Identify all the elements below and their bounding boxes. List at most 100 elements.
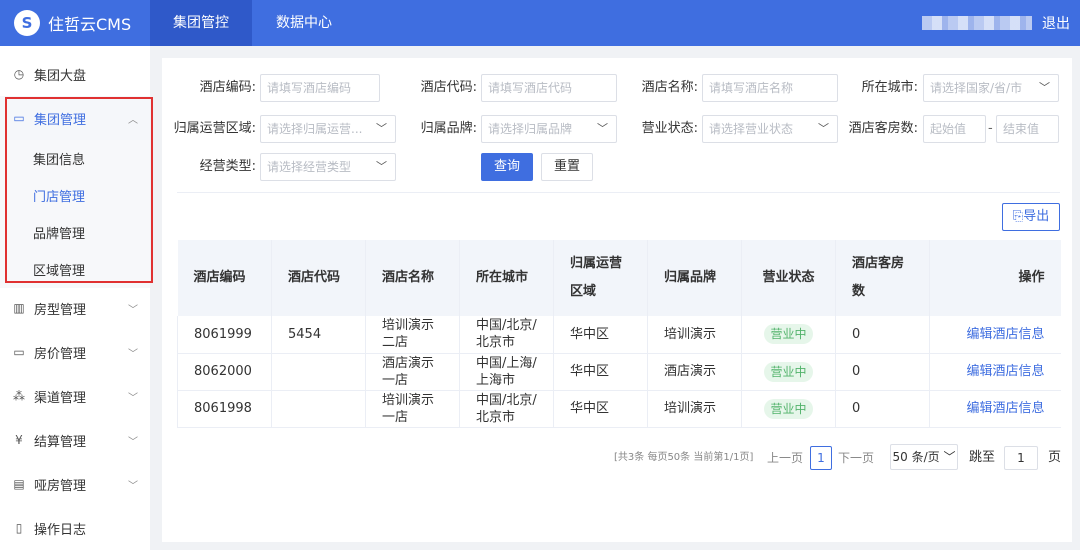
- col-header-region: 归属运营区域: [553, 240, 648, 316]
- hotel-name-label: 酒店名称:: [641, 80, 698, 95]
- type-select-placeholder: 请选择经营类型: [267, 160, 352, 174]
- sidebar-item-group-dashboard[interactable]: ◷ 集团大盘: [0, 52, 150, 96]
- chevron-down-icon: ﹀: [939, 450, 956, 464]
- sidebar-item-label: 结算管理: [34, 434, 87, 450]
- cell-name: 培训演示一店: [365, 390, 460, 428]
- sidebar-item-room-type[interactable]: ▥ 房型管理 ﹀: [0, 286, 150, 330]
- next-page-button[interactable]: 下一页: [838, 446, 874, 470]
- cell-id: 5454: [271, 316, 366, 354]
- cell-rooms: 0: [835, 353, 930, 391]
- sidebar-item-label: 操作日志: [34, 522, 87, 538]
- cell-brand: 酒店演示: [647, 353, 742, 391]
- col-header-city: 所在城市: [459, 240, 554, 316]
- sidebar: ◷ 集团大盘 ▭ 集团管理 ︿ 集团信息 门店管理 品牌管理 区域管理 ▥ 房型…: [0, 46, 150, 550]
- cell-region: 华中区: [553, 390, 648, 428]
- col-header-id: 酒店代码: [271, 240, 366, 316]
- region-select[interactable]: 请选择归属运营... ﹀: [260, 115, 396, 143]
- app-logo[interactable]: S 住哲云CMS: [14, 0, 131, 46]
- page-size-select[interactable]: 50 条/页 ﹀: [890, 444, 958, 470]
- sidebar-subitem-store-management[interactable]: 门店管理: [0, 177, 150, 214]
- hotel-code-input[interactable]: 请填写酒店编码: [260, 74, 380, 102]
- brand-label: 归属品牌:: [420, 121, 477, 136]
- hotel-name-input[interactable]: 请填写酒店名称: [702, 74, 838, 102]
- col-header-action: 操作: [929, 240, 1061, 316]
- query-button[interactable]: 查询: [481, 153, 533, 181]
- chevron-down-icon: ﹀: [128, 436, 138, 448]
- top-navbar: S 住哲云CMS 集团管控 数据中心 退出: [0, 0, 1080, 46]
- export-button[interactable]: ⎘导出: [1002, 203, 1060, 231]
- cell-city: 中国/北京/北京市: [459, 390, 554, 428]
- cell-name: 酒店演示一店: [365, 353, 460, 391]
- chevron-down-icon: ﹀: [128, 304, 138, 316]
- jump-page-input[interactable]: 1: [1004, 446, 1038, 470]
- range-dash: -: [988, 121, 993, 136]
- cell-name: 培训演示二店: [365, 316, 460, 354]
- cell-rooms: 0: [835, 316, 930, 354]
- chevron-down-icon: ﹀: [128, 348, 138, 360]
- rooms-min-input[interactable]: 起始值: [923, 115, 986, 143]
- pagination-summary: [共3条 每页50条 当前第1/1页]: [614, 452, 754, 463]
- chevron-up-icon: ︿: [128, 114, 138, 126]
- edit-hotel-link[interactable]: 编辑酒店信息: [966, 401, 1044, 416]
- cell-brand: 培训演示: [647, 390, 742, 428]
- log-icon: ▯: [15, 521, 23, 535]
- divider: [177, 192, 1060, 193]
- monitor-icon: ▭: [13, 111, 25, 125]
- card-icon: ▭: [13, 345, 25, 359]
- col-header-code: 酒店编码: [177, 240, 272, 316]
- export-icon: ⎘: [1012, 209, 1024, 224]
- rooms-label: 酒店客房数:: [848, 121, 918, 136]
- col-header-brand: 归属品牌: [647, 240, 742, 316]
- status-select[interactable]: 请选择营业状态 ﹀: [702, 115, 838, 143]
- cell-action: 编辑酒店信息: [929, 353, 1061, 391]
- type-select[interactable]: 请选择经营类型 ﹀: [260, 153, 396, 181]
- sidebar-item-operation-log[interactable]: ▯ 操作日志: [0, 506, 150, 550]
- cell-code: 8061998: [177, 390, 272, 428]
- cell-status: 营业中: [741, 390, 836, 428]
- chevron-down-icon: ﹀: [376, 122, 387, 135]
- dashboard-icon: ◷: [13, 67, 25, 81]
- tab-group-control[interactable]: 集团管控: [150, 0, 252, 46]
- status-badge: 营业中: [764, 324, 813, 345]
- logout-link[interactable]: 退出: [1042, 13, 1070, 33]
- user-area: 退出: [922, 0, 1070, 46]
- cell-status: 营业中: [741, 316, 836, 354]
- sidebar-item-channel[interactable]: ⁂ 渠道管理 ﹀: [0, 374, 150, 418]
- sidebar-subitem-brand-management[interactable]: 品牌管理: [0, 214, 150, 251]
- sidebar-subitem-region-management[interactable]: 区域管理: [0, 251, 150, 288]
- rooms-max-input[interactable]: 结束值: [996, 115, 1059, 143]
- page-1-button[interactable]: 1: [810, 446, 832, 470]
- network-icon: ⁂: [13, 389, 25, 403]
- table-header-row: 酒店编码 酒店代码 酒店名称 所在城市 归属运营区域 归属品牌 营业状态 酒店客…: [177, 240, 1061, 316]
- sidebar-item-group-management[interactable]: ▭ 集团管理 ︿: [0, 96, 150, 140]
- cell-status: 营业中: [741, 353, 836, 391]
- city-select[interactable]: 请选择国家/省/市 ﹀: [923, 74, 1059, 102]
- city-select-placeholder: 请选择国家/省/市: [930, 81, 1023, 95]
- col-header-name: 酒店名称: [365, 240, 460, 316]
- tab-data-center[interactable]: 数据中心: [262, 0, 346, 46]
- city-label: 所在城市:: [861, 80, 918, 95]
- sidebar-item-label: 哑房管理: [34, 478, 87, 494]
- prev-page-button[interactable]: 上一页: [767, 446, 803, 470]
- reset-button[interactable]: 重置: [541, 153, 593, 181]
- edit-hotel-link[interactable]: 编辑酒店信息: [966, 327, 1044, 342]
- sidebar-item-dummy-room[interactable]: ▤ 哑房管理 ﹀: [0, 462, 150, 506]
- hotel-id-input[interactable]: 请填写酒店代码: [481, 74, 617, 102]
- sidebar-item-settlement[interactable]: ¥ 结算管理 ﹀: [0, 418, 150, 462]
- cell-code: 8061999: [177, 316, 272, 354]
- cell-id: [271, 390, 366, 428]
- cell-id: [271, 353, 366, 391]
- sidebar-item-label: 渠道管理: [34, 390, 87, 406]
- sidebar-item-room-price[interactable]: ▭ 房价管理 ﹀: [0, 330, 150, 374]
- edit-hotel-link[interactable]: 编辑酒店信息: [966, 364, 1044, 379]
- sidebar-item-label: 房型管理: [34, 302, 87, 318]
- chevron-down-icon: ﹀: [376, 160, 387, 173]
- page-size-value: 50 条/页: [892, 450, 940, 464]
- cell-action: 编辑酒店信息: [929, 390, 1061, 428]
- hotel-id-label: 酒店代码:: [420, 80, 477, 95]
- cell-city: 中国/北京/北京市: [459, 316, 554, 354]
- sidebar-subitem-group-info[interactable]: 集团信息: [0, 140, 150, 177]
- export-label: 导出: [1023, 209, 1050, 224]
- brand-select[interactable]: 请选择归属品牌 ﹀: [481, 115, 617, 143]
- cell-region: 华中区: [553, 316, 648, 354]
